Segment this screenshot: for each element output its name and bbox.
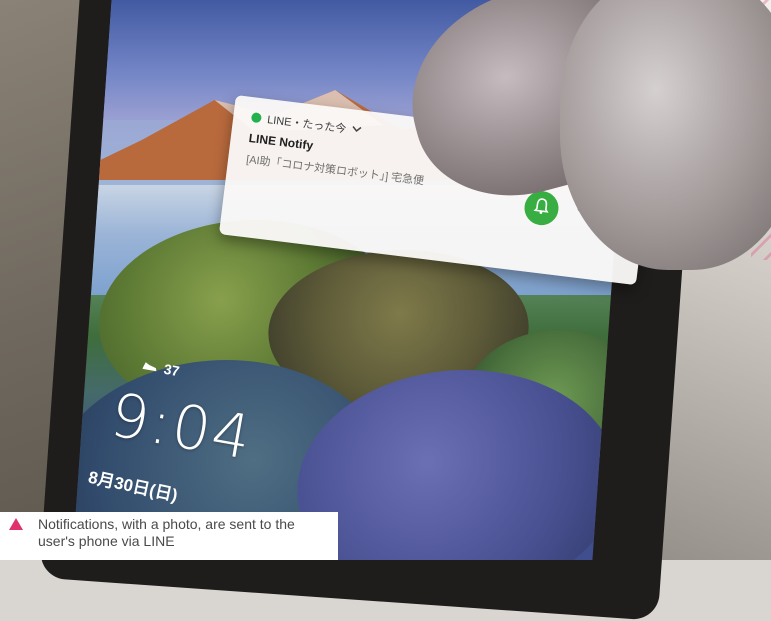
chevron-down-icon[interactable] bbox=[351, 123, 362, 136]
hand bbox=[560, 0, 771, 270]
bell-icon bbox=[531, 196, 552, 221]
image-caption: Notifications, with a photo, are sent to… bbox=[0, 512, 338, 560]
notification-body: [AI助「コロナ対策ロボット」] 宅急便 bbox=[245, 153, 425, 188]
line-app-icon bbox=[250, 112, 262, 124]
notification-app-label: LINE・たった今 bbox=[266, 114, 347, 136]
shoe-icon bbox=[141, 357, 160, 376]
caption-text: Notifications, with a photo, are sent to… bbox=[38, 516, 295, 549]
notification-title: LINE Notify bbox=[248, 130, 314, 153]
triangle-marker-icon bbox=[9, 518, 23, 530]
step-count: 37 bbox=[162, 360, 181, 380]
bell-button[interactable] bbox=[522, 189, 561, 228]
